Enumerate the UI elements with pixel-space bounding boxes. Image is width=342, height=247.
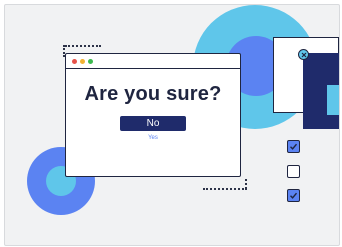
dialog-titlebar bbox=[66, 54, 240, 69]
close-x-icon bbox=[301, 52, 306, 57]
maximize-dot-icon[interactable] bbox=[88, 58, 93, 64]
checkmark-icon bbox=[290, 192, 298, 199]
minimize-dot-icon[interactable] bbox=[80, 58, 85, 64]
dotted-line-decoration bbox=[203, 188, 247, 190]
yes-link[interactable]: Yes bbox=[66, 135, 240, 141]
background-window-panel bbox=[303, 53, 339, 129]
close-dot-icon[interactable] bbox=[72, 58, 77, 64]
dotted-line-decoration bbox=[65, 45, 101, 47]
dialog-question: Are you sure? bbox=[84, 83, 222, 105]
dotted-line-decoration bbox=[245, 179, 247, 189]
checkbox-checked[interactable] bbox=[287, 140, 300, 153]
illustration-canvas: Are you sure? No Yes bbox=[4, 4, 340, 246]
checkmark-icon bbox=[290, 143, 298, 150]
no-button[interactable]: No bbox=[120, 116, 186, 131]
checkbox-checked[interactable] bbox=[287, 189, 300, 202]
checkbox-unchecked[interactable] bbox=[287, 165, 300, 178]
panel-accent-block bbox=[327, 85, 339, 115]
confirmation-dialog: Are you sure? No Yes bbox=[65, 53, 241, 177]
close-icon[interactable] bbox=[298, 49, 309, 60]
